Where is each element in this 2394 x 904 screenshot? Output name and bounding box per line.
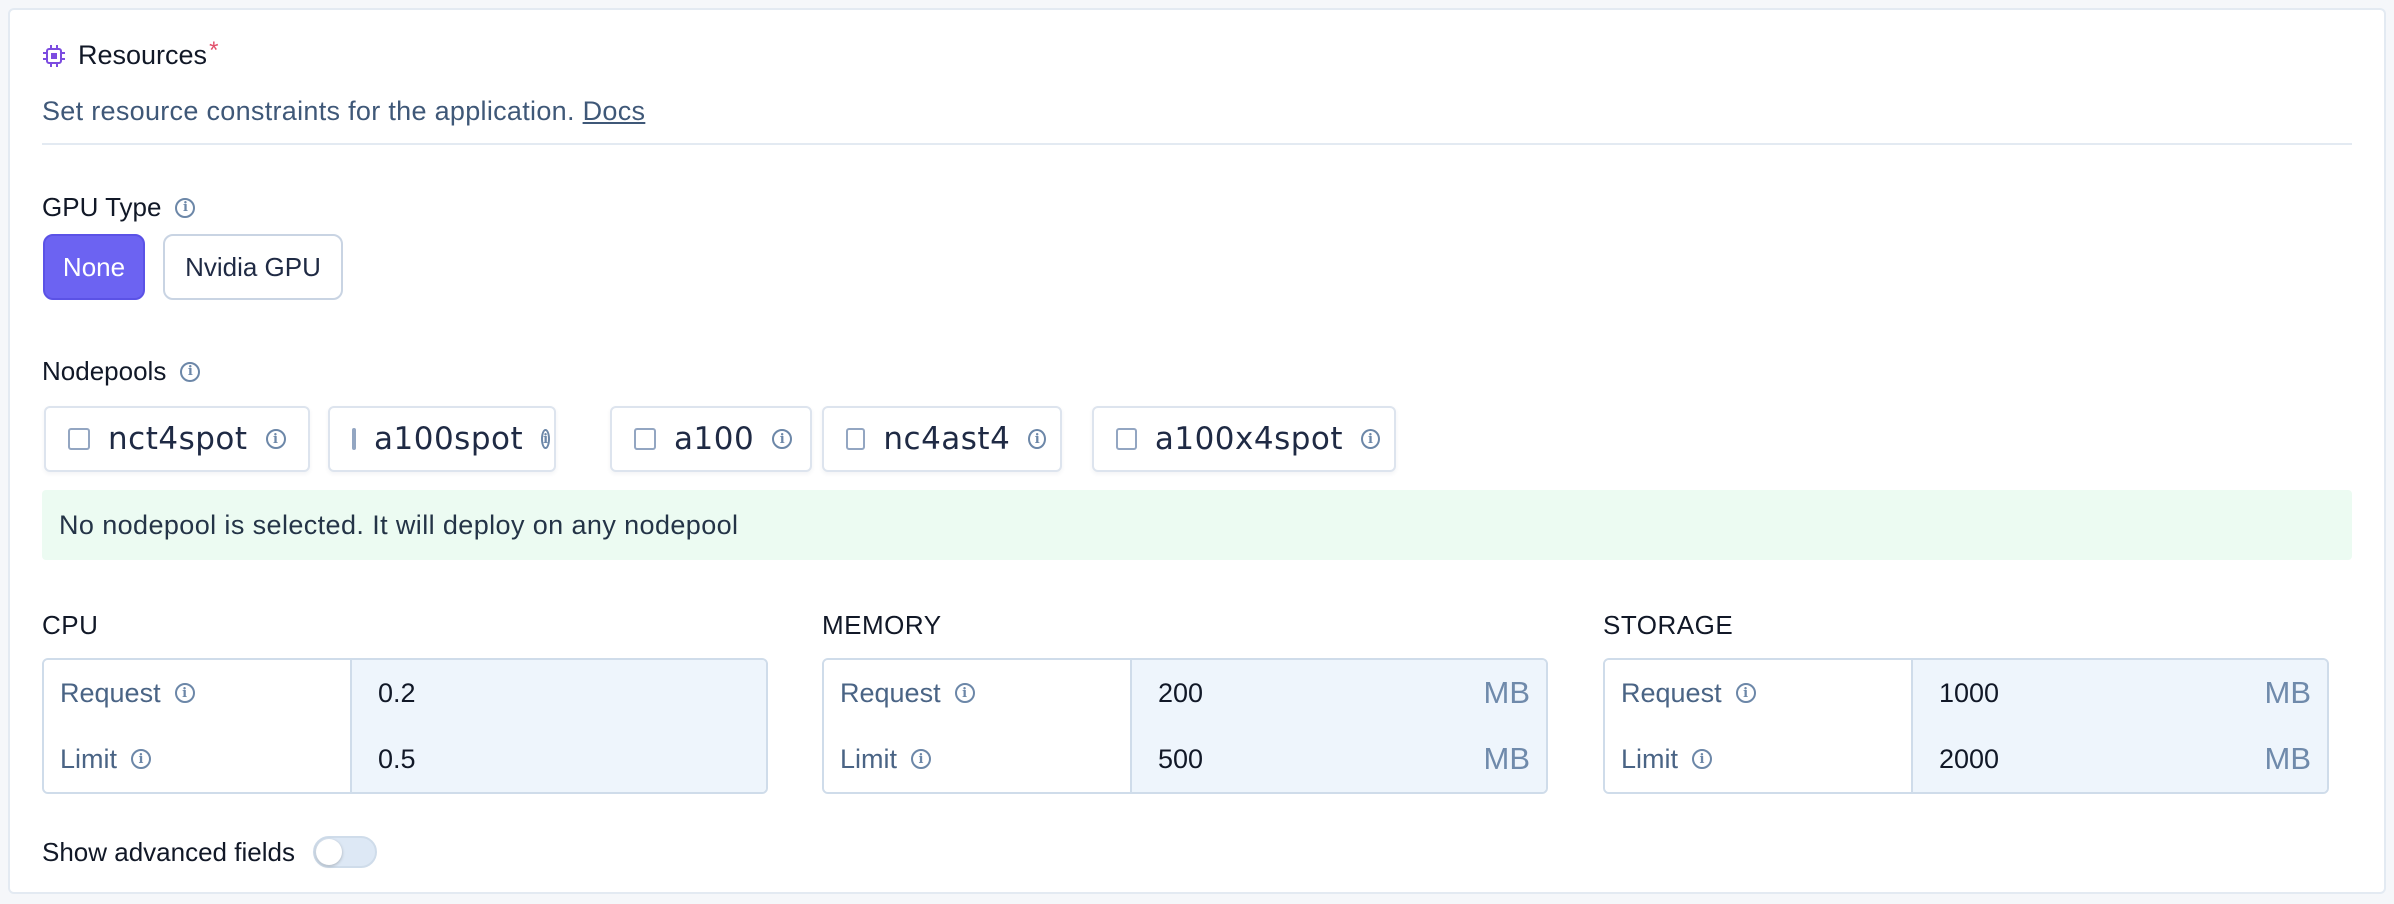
unit-label: MB: [2264, 741, 2312, 776]
limit-label: Limit i: [1605, 726, 1913, 792]
request-label: Request i: [824, 660, 1132, 726]
storage-limit-row: Limit i 2000 MB: [1605, 726, 2327, 792]
unit-label: MB: [2264, 675, 2312, 710]
memory-request-input[interactable]: 200 MB: [1132, 660, 1546, 726]
storage-limit-value: 2000: [1939, 743, 2000, 774]
unit-label: MB: [1483, 741, 1531, 776]
checkbox[interactable]: [352, 428, 356, 450]
nodepool-label: a100spot: [374, 421, 524, 457]
nodepool-option-a100[interactable]: a100 i: [610, 406, 812, 472]
section-title: Resources: [78, 40, 208, 70]
nodepool-option-nc4ast4[interactable]: nc4ast4 i: [822, 406, 1062, 472]
required-marker: *: [209, 36, 219, 64]
nodepool-option-a100x4spot[interactable]: a100x4spot i: [1092, 406, 1396, 472]
divider: [42, 143, 2352, 145]
nodepool-option-a100spot[interactable]: a100spot i: [328, 406, 556, 472]
section-description: Set resource constraints for the applica…: [42, 96, 645, 127]
memory-limit-row: Limit i 500 MB: [824, 726, 1546, 792]
memory-title: MEMORY: [822, 610, 942, 640]
memory-limit-value: 500: [1158, 743, 1204, 774]
storage-request-input[interactable]: 1000 MB: [1913, 660, 2327, 726]
limit-label-text: Limit: [60, 743, 118, 774]
memory-request-row: Request i 200 MB: [824, 660, 1546, 728]
info-icon[interactable]: i: [131, 749, 152, 769]
gpu-type-label-text: GPU Type: [42, 192, 162, 222]
cpu-request-row: Request i 0.2: [44, 660, 766, 728]
nodepool-label: nct4spot: [108, 421, 248, 457]
gpu-type-label: GPU Type i: [42, 192, 196, 223]
limit-label-text: Limit: [1621, 743, 1679, 774]
checkbox[interactable]: [846, 428, 866, 450]
storage-request-value: 1000: [1939, 677, 2000, 708]
info-icon[interactable]: i: [174, 683, 195, 703]
nodepools-label-text: Nodepools: [42, 356, 167, 386]
docs-link[interactable]: Docs: [583, 96, 646, 126]
cpu-table: Request i 0.2 Limit i 0.5: [42, 658, 768, 794]
info-icon[interactable]: i: [541, 429, 551, 449]
description-text: Set resource constraints for the applica…: [42, 96, 575, 126]
request-label-text: Request: [1621, 677, 1722, 708]
info-icon[interactable]: i: [911, 749, 932, 769]
cpu-limit-input[interactable]: 0.5: [352, 726, 766, 792]
advanced-fields-row: Show advanced fields: [42, 836, 377, 868]
cpu-chip-icon: [43, 44, 65, 67]
request-label-text: Request: [60, 677, 161, 708]
limit-label: Limit i: [44, 726, 352, 792]
memory-request-value: 200: [1158, 677, 1204, 708]
checkbox[interactable]: [1116, 428, 1137, 450]
storage-title: STORAGE: [1603, 610, 1734, 640]
nodepool-label: a100: [674, 421, 755, 457]
info-icon[interactable]: i: [772, 429, 793, 449]
nodepool-option-nct4spot[interactable]: nct4spot i: [44, 406, 310, 472]
nodepool-label: a100x4spot: [1154, 421, 1344, 457]
nodepools-label: Nodepools i: [42, 356, 201, 387]
storage-request-row: Request i 1000 MB: [1605, 660, 2327, 728]
info-icon[interactable]: i: [175, 197, 196, 218]
info-icon[interactable]: i: [1361, 429, 1380, 449]
storage-limit-input[interactable]: 2000 MB: [1913, 726, 2327, 792]
info-icon[interactable]: i: [1692, 749, 1713, 769]
cpu-title: CPU: [42, 610, 99, 640]
unit-label: MB: [1483, 675, 1531, 710]
request-label: Request i: [44, 660, 352, 726]
nodepool-notice: No nodepool is selected. It will deploy …: [42, 490, 2352, 560]
cpu-limit-row: Limit i 0.5: [44, 726, 766, 792]
checkbox[interactable]: [68, 428, 90, 450]
resources-card: Resources * Set resource constraints for…: [8, 8, 2386, 894]
cpu-limit-value: 0.5: [378, 743, 416, 774]
info-icon[interactable]: i: [1735, 683, 1756, 703]
toggle-knob: [315, 839, 342, 865]
info-icon[interactable]: i: [954, 683, 975, 703]
checkbox[interactable]: [634, 428, 656, 450]
advanced-fields-label: Show advanced fields: [42, 836, 295, 867]
section-header: Resources *: [42, 36, 219, 71]
request-label-text: Request: [840, 677, 941, 708]
gpu-option-nvidia[interactable]: Nvidia GPU: [163, 234, 343, 300]
info-icon[interactable]: i: [265, 429, 286, 449]
nodepool-label: nc4ast4: [883, 421, 1011, 457]
memory-table: Request i 200 MB Limit i 500 MB: [822, 658, 1548, 794]
memory-limit-input[interactable]: 500 MB: [1132, 726, 1546, 792]
info-icon[interactable]: i: [1028, 429, 1046, 449]
info-icon[interactable]: i: [180, 361, 201, 382]
storage-table: Request i 1000 MB Limit i 2000 MB: [1603, 658, 2329, 794]
request-label: Request i: [1605, 660, 1913, 726]
gpu-option-none[interactable]: None: [43, 234, 145, 300]
limit-label-text: Limit: [840, 743, 898, 774]
cpu-request-input[interactable]: 0.2: [352, 660, 766, 726]
limit-label: Limit i: [824, 726, 1132, 792]
advanced-fields-toggle[interactable]: [312, 836, 377, 868]
cpu-request-value: 0.2: [378, 677, 416, 708]
